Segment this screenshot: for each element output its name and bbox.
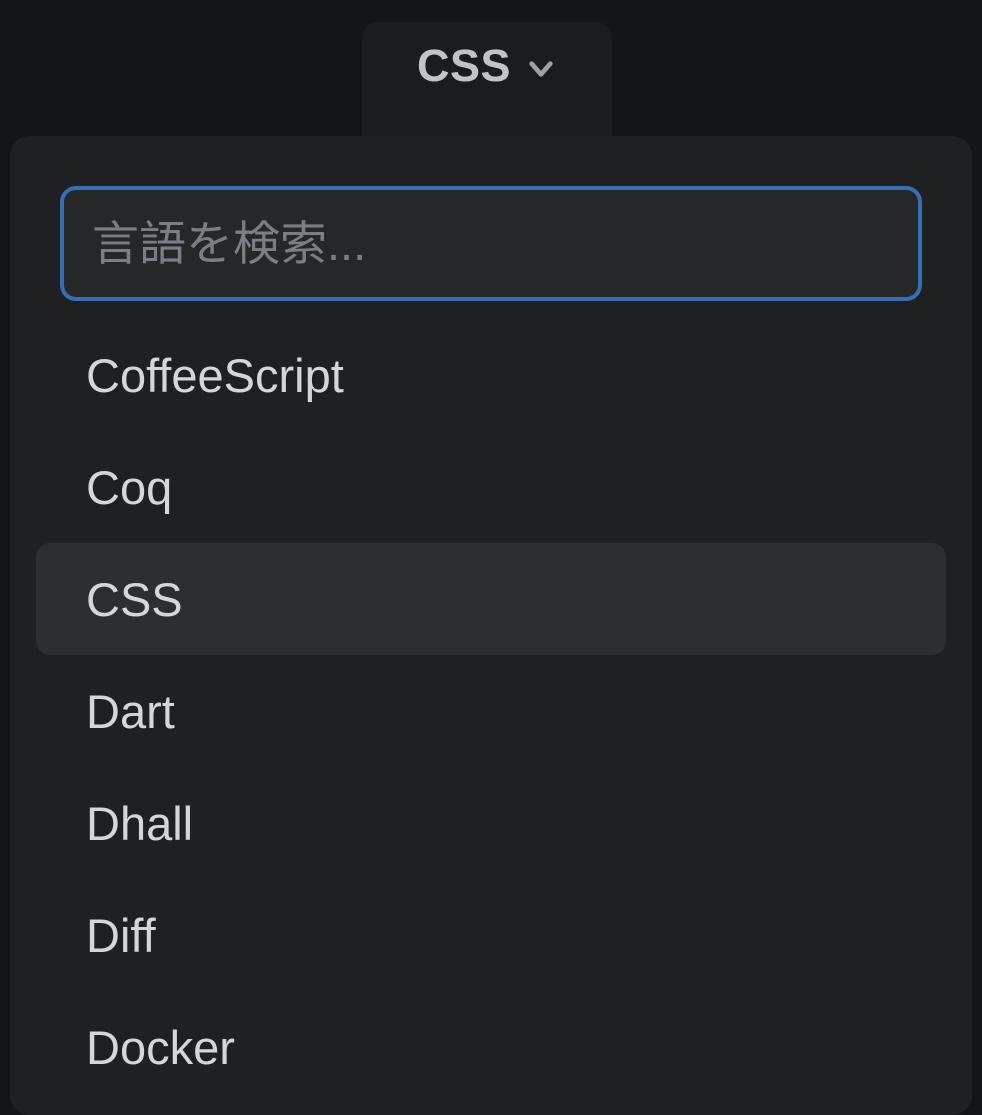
language-options-list: CoffeeScript Coq CSS Dart Dhall Diff Doc…: [10, 319, 972, 1103]
language-option-coq[interactable]: Coq: [36, 431, 946, 543]
language-option-dhall[interactable]: Dhall: [36, 767, 946, 879]
language-dropdown-trigger[interactable]: CSS: [417, 40, 557, 92]
language-option-dart[interactable]: Dart: [36, 655, 946, 767]
language-search-input[interactable]: [60, 186, 922, 301]
language-option-coffeescript[interactable]: CoffeeScript: [36, 319, 946, 431]
language-option-diff[interactable]: Diff: [36, 879, 946, 991]
selected-language-label: CSS: [417, 40, 511, 92]
language-option-css[interactable]: CSS: [36, 543, 946, 655]
language-dropdown-panel: CoffeeScript Coq CSS Dart Dhall Diff Doc…: [10, 136, 972, 1115]
language-option-docker[interactable]: Docker: [36, 991, 946, 1103]
chevron-down-icon: [525, 53, 557, 85]
search-input-wrapper: [60, 186, 922, 301]
